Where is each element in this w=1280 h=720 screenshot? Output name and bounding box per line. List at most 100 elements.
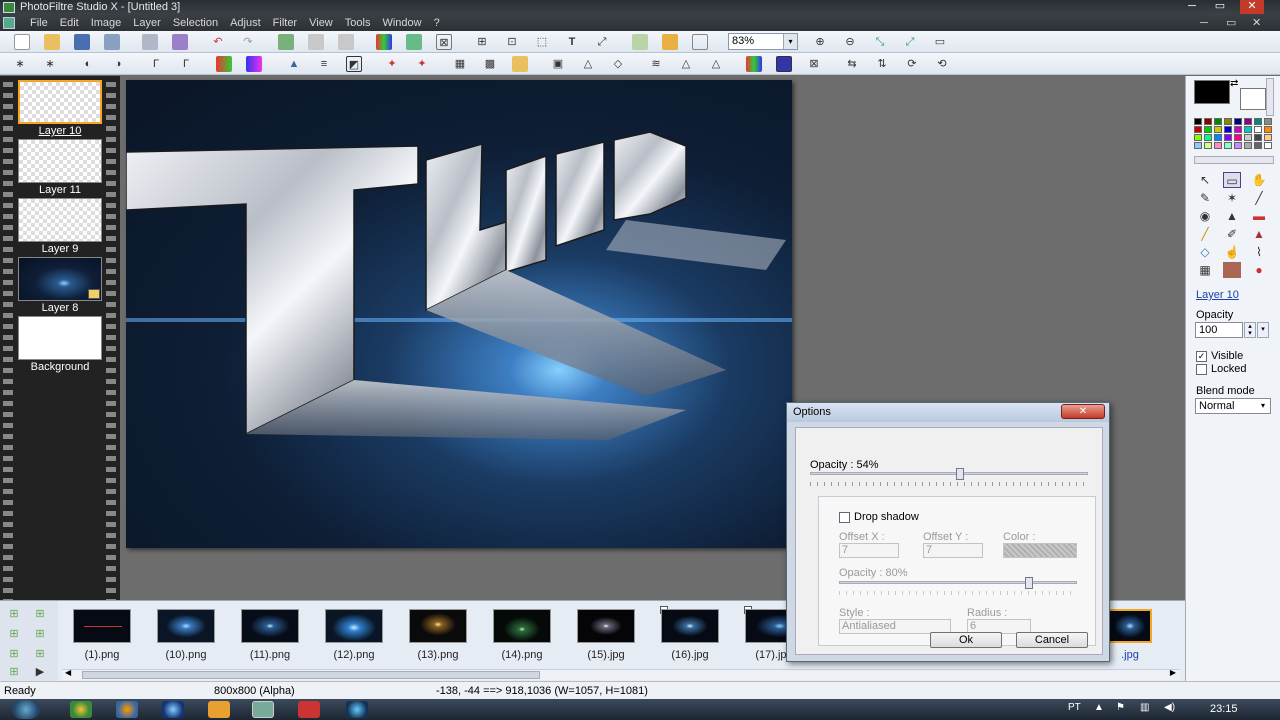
ok-button[interactable]: Ok	[930, 632, 1002, 648]
shadow-opacity-thumb[interactable]	[1025, 577, 1034, 589]
menu-help[interactable]: ?	[428, 15, 446, 31]
palette-swatch[interactable]	[1214, 142, 1222, 149]
actual-size-icon[interactable]: ⤢	[902, 34, 918, 50]
blur-icon[interactable]: ≡	[316, 56, 332, 72]
palette-swatch[interactable]	[1204, 118, 1212, 125]
grayscale-icon[interactable]: ◩	[346, 56, 362, 72]
flip-vertical-icon[interactable]: ⇅	[874, 56, 890, 72]
fill-tool-icon[interactable]: ◉	[1196, 208, 1214, 224]
erase-icon[interactable]: ◇	[610, 56, 626, 72]
palette-swatch[interactable]	[1244, 118, 1252, 125]
minimize-button[interactable]: ─	[1180, 0, 1204, 14]
palette-swatch[interactable]	[1234, 118, 1242, 125]
mdi-close-button[interactable]: ✕	[1252, 15, 1261, 31]
palette-swatch[interactable]	[1264, 118, 1272, 125]
select-all-icon[interactable]: ⬚	[534, 34, 550, 50]
menu-layer[interactable]: Layer	[127, 15, 167, 31]
brightness-plus-icon[interactable]: ◐	[80, 56, 96, 72]
file-thumb-1[interactable]: (1).png	[70, 606, 134, 668]
folder-tree-icon[interactable]: ⊞	[6, 607, 22, 621]
rotate-icon[interactable]: ⟳	[904, 56, 920, 72]
palette-swatch[interactable]	[1224, 134, 1232, 141]
texture-icon[interactable]	[512, 56, 528, 72]
media-taskbar-icon[interactable]	[298, 701, 320, 718]
brightness-minus-icon[interactable]: ◑	[110, 56, 126, 72]
menu-window[interactable]: Window	[376, 15, 427, 31]
foreground-color[interactable]	[1194, 80, 1230, 104]
file-thumb-13[interactable]: (13).png	[406, 606, 470, 668]
file-thumb-11[interactable]: (11).png	[238, 606, 302, 668]
color-scrollbar[interactable]	[1266, 78, 1274, 116]
image-size-icon[interactable]: ⊠	[436, 34, 452, 50]
palette-swatch[interactable]	[1254, 134, 1262, 141]
palette-swatch[interactable]	[1204, 126, 1212, 133]
pattern-tool-icon[interactable]: ▦	[1196, 262, 1214, 278]
layer-item-background[interactable]: Background	[17, 316, 103, 375]
print-icon[interactable]	[142, 34, 158, 50]
dialog-close-button[interactable]: ✕	[1061, 404, 1105, 419]
fullscreen-icon[interactable]: ▭	[932, 34, 948, 50]
auto-effect-icon[interactable]: ✦	[384, 56, 400, 72]
palette-swatch[interactable]	[1234, 134, 1242, 141]
palette-swatch[interactable]	[1214, 118, 1222, 125]
layer-item-layer-9[interactable]: Layer 9	[17, 198, 103, 257]
shadow-opacity-slider[interactable]	[839, 581, 1077, 584]
favorites-icon[interactable]: ⊞	[6, 665, 22, 679]
drop-icon[interactable]: △	[580, 56, 596, 72]
auto-levels-icon[interactable]: ∗	[42, 56, 58, 72]
locked-checkbox[interactable]	[1196, 364, 1207, 375]
app-taskbar-icon[interactable]	[346, 701, 368, 718]
transform-icon[interactable]: ⊞	[474, 34, 490, 50]
paste-new-icon[interactable]	[338, 34, 354, 50]
background-color[interactable]	[1240, 88, 1266, 110]
resize-icon[interactable]: ⤢	[594, 34, 610, 50]
file-thumb-15[interactable]: (15).jpg	[574, 606, 638, 668]
palette-swatch[interactable]	[1214, 134, 1222, 141]
tray-arrow-icon[interactable]: ▲	[1094, 702, 1104, 713]
open-folder-icon[interactable]	[44, 34, 60, 50]
play-icon[interactable]: ▶	[32, 665, 48, 679]
palette-swatch[interactable]	[1194, 126, 1202, 133]
chrome-taskbar-icon[interactable]	[70, 701, 92, 718]
close-button[interactable]: ✕	[1240, 0, 1264, 14]
palette-swatch[interactable]	[1244, 134, 1252, 141]
transform-2-icon[interactable]: ⊠	[806, 56, 822, 72]
flag-icon[interactable]: ⚑	[1116, 702, 1125, 713]
triangle-2-icon[interactable]: △	[708, 56, 724, 72]
save-as-icon[interactable]	[104, 34, 120, 50]
blur-tool-icon[interactable]: ◇	[1196, 244, 1214, 260]
frame-icon[interactable]	[692, 34, 708, 50]
palette-swatch[interactable]	[1254, 118, 1262, 125]
menu-adjust[interactable]: Adjust	[224, 15, 267, 31]
maximize-button[interactable]: ▭	[1208, 0, 1232, 14]
blend-mode-select[interactable]: Normal ▾	[1195, 398, 1271, 414]
offset-y-input[interactable]: 7	[923, 543, 983, 558]
line-tool-icon[interactable]: ╱	[1250, 190, 1268, 206]
menu-view[interactable]: View	[303, 15, 339, 31]
scroll-right-icon[interactable]: ▶	[1170, 668, 1176, 677]
mdi-minimize-button[interactable]: ─	[1200, 15, 1208, 31]
layer-item-layer-10[interactable]: Layer 10	[17, 80, 103, 139]
zoom-in-icon[interactable]: ⊕	[812, 34, 828, 50]
gamma-plus-icon[interactable]: Γ	[148, 56, 164, 72]
language-indicator[interactable]: PT	[1068, 702, 1081, 713]
saturation-plus-icon[interactable]	[216, 56, 232, 72]
palette-swatch[interactable]	[1194, 134, 1202, 141]
rgb-icon[interactable]	[746, 56, 762, 72]
palette-swatch[interactable]	[1224, 142, 1232, 149]
start-button[interactable]	[12, 700, 40, 719]
palette-swatch[interactable]	[1264, 142, 1272, 149]
swap-colors-icon[interactable]: ⇄	[1230, 78, 1238, 89]
image-tool-icon[interactable]	[1223, 262, 1241, 278]
palette-swatch[interactable]	[1224, 126, 1232, 133]
filmstrip-scrollbar[interactable]: ◀ ▶	[62, 668, 1180, 680]
eraser-tool-icon[interactable]: ▬	[1250, 208, 1268, 224]
mosaic-icon[interactable]: ▩	[482, 56, 498, 72]
hand-tool-icon[interactable]: ✋	[1250, 172, 1268, 188]
folder-copy-icon[interactable]: ⊞	[32, 647, 48, 661]
auto-effect-2-icon[interactable]: ✦	[414, 56, 430, 72]
menu-image[interactable]: Image	[85, 15, 128, 31]
firefox-taskbar-icon[interactable]	[116, 701, 138, 718]
opacity-dropdown[interactable]: ▾	[1257, 322, 1269, 338]
palette-swatch[interactable]	[1194, 142, 1202, 149]
